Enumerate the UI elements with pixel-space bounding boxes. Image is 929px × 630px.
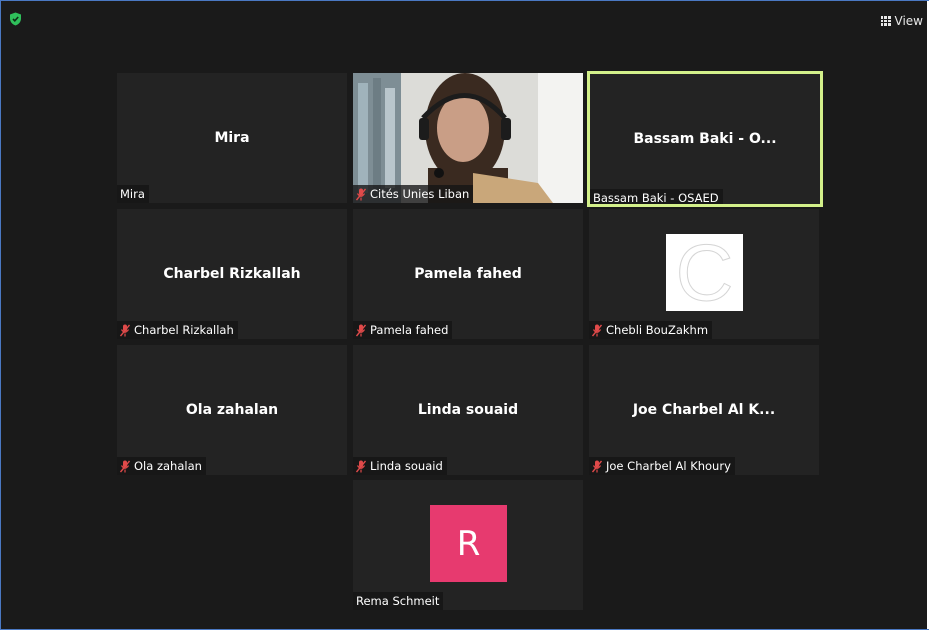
participant-tile-mira[interactable]: Mira Mira: [117, 73, 347, 203]
participant-tile-joe[interactable]: Joe Charbel Al K... Joe Charbel Al Khour…: [589, 345, 819, 475]
participant-video: [353, 73, 583, 203]
muted-mic-icon: [356, 188, 366, 200]
shield-icon[interactable]: [9, 12, 22, 26]
participant-center-name: Mira: [214, 130, 250, 146]
participant-tile-chebli[interactable]: C Chebli BouZakhm: [589, 209, 819, 339]
participant-center-name: Charbel Rizkallah: [163, 266, 301, 282]
participant-name-label: Ola zahalan: [117, 457, 206, 475]
participant-tile-rema[interactable]: R Rema Schmeit: [353, 480, 583, 610]
participant-name-label: Bassam Baki - OSAED: [590, 189, 723, 204]
avatar: C: [666, 228, 743, 318]
participant-center-name: Bassam Baki - O...: [633, 131, 777, 147]
participant-center-name: Ola zahalan: [185, 402, 279, 418]
participant-name-label: Chebli BouZakhm: [589, 321, 713, 339]
avatar-letter: R: [456, 523, 481, 564]
participant-name-label: Charbel Rizkallah: [117, 321, 238, 339]
participant-tile-pamela[interactable]: Pamela fahed Pamela fahed: [353, 209, 583, 339]
view-button[interactable]: View: [880, 13, 923, 29]
grid-view-icon: [880, 16, 891, 26]
participant-name-label: Rema Schmeit: [353, 592, 444, 610]
participant-center-name: Joe Charbel Al K...: [632, 402, 776, 418]
muted-mic-icon: [356, 324, 366, 336]
avatar-letter-c-icon: C: [675, 228, 734, 318]
view-button-label: View: [894, 14, 923, 28]
participant-tile-charbel[interactable]: Charbel Rizkallah Charbel Rizkallah: [117, 209, 347, 339]
participant-name-label: Pamela fahed: [353, 321, 453, 339]
participant-name-label: Linda souaid: [353, 457, 447, 475]
avatar: R: [430, 505, 507, 582]
participant-name-label: Joe Charbel Al Khoury: [589, 457, 735, 475]
muted-mic-icon: [120, 460, 130, 472]
participant-tile-linda[interactable]: Linda souaid Linda souaid: [353, 345, 583, 475]
participant-name-label: Mira: [117, 185, 149, 203]
muted-mic-icon: [592, 460, 602, 472]
participant-center-name: Pamela fahed: [414, 266, 522, 282]
svg-text:C: C: [676, 234, 734, 311]
participant-tile-video[interactable]: Cités Unies Liban: [353, 73, 583, 203]
participant-tile-active-speaker[interactable]: Bassam Baki - O... Bassam Baki - OSAED: [587, 71, 823, 207]
meeting-window: View Mira Mira Cités Unies Liban Bassam …: [1, 1, 927, 629]
participant-tile-ola[interactable]: Ola zahalan Ola zahalan: [117, 345, 347, 475]
muted-mic-icon: [592, 324, 602, 336]
participant-name-label: Cités Unies Liban: [353, 185, 474, 203]
muted-mic-icon: [356, 460, 366, 472]
participant-center-name: Linda souaid: [417, 402, 519, 418]
muted-mic-icon: [120, 324, 130, 336]
